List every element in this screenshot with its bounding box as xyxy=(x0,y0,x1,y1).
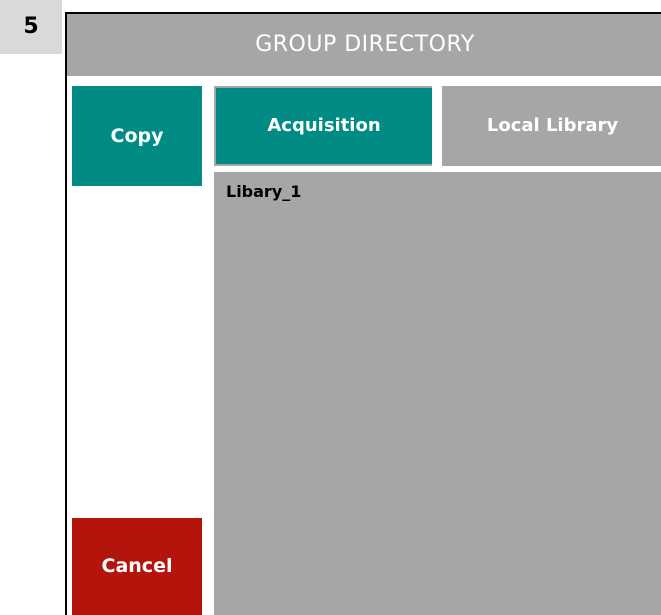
copy-button[interactable]: Copy xyxy=(72,86,202,186)
cancel-button[interactable]: Cancel xyxy=(72,518,202,615)
directory-content-area: Acquisition Local Library Libary_1 xyxy=(214,86,661,615)
window-title: GROUP DIRECTORY xyxy=(67,14,661,76)
tab-acquisition[interactable]: Acquisition xyxy=(216,88,432,164)
library-list: Libary_1 xyxy=(214,172,661,615)
list-item[interactable]: Libary_1 xyxy=(226,182,301,201)
group-directory-panel: GROUP DIRECTORY Copy Cancel Acquisition … xyxy=(65,12,661,615)
step-number-badge: 5 xyxy=(0,0,62,54)
tab-local-library[interactable]: Local Library xyxy=(442,88,661,164)
tab-separator xyxy=(432,86,442,172)
